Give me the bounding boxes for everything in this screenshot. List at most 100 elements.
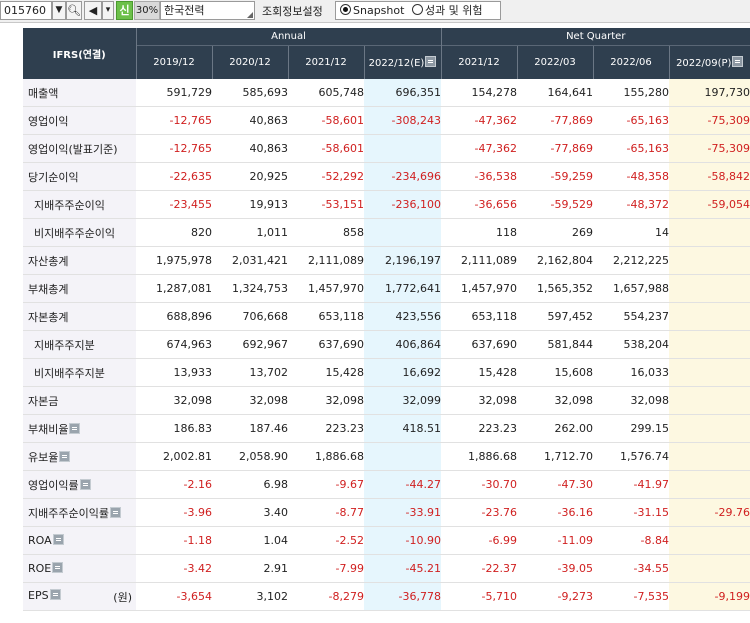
- row-label-cell: 비지배주주순이익: [23, 218, 136, 247]
- value-cell: -36,538: [441, 162, 518, 191]
- row-label-cell: 부채비율: [23, 414, 136, 443]
- value-cell: -2.16: [136, 470, 212, 499]
- table-row: 자본총계 688,896 706,668 653,118 423,556 653,118 5…: [23, 302, 750, 331]
- value-cell: 1.04: [212, 526, 288, 555]
- value-cell: -31.15: [593, 498, 670, 527]
- value-cell: 858: [288, 218, 364, 247]
- value-cell: -39.05: [517, 554, 594, 583]
- info-icon[interactable]: [79, 478, 91, 490]
- info-icon[interactable]: [59, 450, 71, 462]
- radio-snapshot[interactable]: Snapshot: [340, 2, 404, 19]
- chevron-down-icon[interactable]: ▼: [52, 1, 66, 20]
- value-cell: [669, 330, 750, 359]
- row-label: 부채총계: [28, 282, 69, 296]
- chevron-down-icon[interactable]: ▾: [102, 1, 114, 20]
- info-icon[interactable]: [69, 422, 81, 434]
- new-button[interactable]: 신: [116, 1, 133, 20]
- value-cell: 418.51: [364, 414, 442, 443]
- value-cell: -2.52: [288, 526, 364, 555]
- value-cell: 32,098: [441, 386, 518, 415]
- value-cell: 591,729: [136, 79, 212, 107]
- value-cell: [669, 526, 750, 555]
- search-icon[interactable]: 🔍︎: [66, 1, 82, 20]
- period-label: 2021/12: [305, 57, 347, 68]
- value-cell: [669, 246, 750, 275]
- info-icon[interactable]: [732, 56, 744, 67]
- value-cell: [669, 386, 750, 415]
- value-cell: -59,259: [517, 162, 594, 191]
- table-row: 매출액 591,729 585,693 605,748 696,351 154,278 16…: [23, 79, 750, 107]
- row-label: 자산총계: [28, 254, 69, 268]
- period-label: 2019/12: [153, 57, 195, 68]
- value-cell: 1,772,641: [364, 274, 442, 303]
- row-label: 지배주주순이익률: [28, 506, 109, 520]
- table-row: 자본금 32,098 32,098 32,098 32,099 32,098 32,098 3…: [23, 386, 750, 415]
- row-label-cell: 영업이익: [23, 106, 136, 135]
- value-cell: [364, 442, 442, 471]
- value-cell: 637,690: [441, 330, 518, 359]
- value-cell: 16,033: [593, 358, 670, 387]
- info-icon[interactable]: [49, 588, 61, 600]
- radio-performance-risk[interactable]: 성과 및 위험: [411, 2, 483, 19]
- value-cell: -33.91: [364, 498, 442, 527]
- table-row: 지배주주지분 674,963 692,967 637,690 406,864 637,69…: [23, 330, 750, 359]
- value-cell: -1.18: [136, 526, 212, 555]
- row-label: 지배주주순이익: [34, 198, 105, 212]
- info-icon[interactable]: [52, 534, 64, 545]
- value-cell: -3.42: [136, 554, 212, 583]
- value-cell: -48,372: [593, 190, 670, 219]
- table-row: ROE -3.42 2.91 -7.99 -45.21 -22.37 -39.05 -34.5…: [23, 554, 750, 583]
- value-cell: 1,287,081: [136, 274, 212, 303]
- value-cell: 1,975,978: [136, 246, 212, 275]
- row-label: 지배주주지분: [34, 338, 95, 352]
- info-icon[interactable]: [52, 562, 64, 573]
- company-name-field[interactable]: 한국전력: [160, 1, 255, 20]
- value-cell: -77,869: [517, 134, 594, 163]
- dropdown-corner-icon: [247, 12, 253, 18]
- value-cell: 19,913: [212, 190, 288, 219]
- speaker-icon[interactable]: ◀: [84, 1, 102, 20]
- stock-code-input[interactable]: 015760: [0, 1, 52, 20]
- info-icon[interactable]: [425, 56, 437, 67]
- value-cell: 653,118: [441, 302, 518, 331]
- value-cell: 2,196,197: [364, 246, 442, 275]
- value-cell: 16,692: [364, 358, 442, 387]
- value-cell: -65,163: [593, 134, 670, 163]
- value-cell: 820: [136, 218, 212, 247]
- percent-badge: 30%: [134, 1, 160, 20]
- row-label-cell: 지배주주지분: [23, 330, 136, 359]
- period-header: 2022/09(P): [668, 45, 750, 79]
- row-label: 당기순이익: [28, 170, 79, 184]
- value-cell: 406,864: [364, 330, 442, 359]
- value-cell: 1,457,970: [441, 274, 518, 303]
- value-cell: 2,031,421: [212, 246, 288, 275]
- period-label: 2022/06: [610, 57, 652, 68]
- info-icon[interactable]: [109, 506, 121, 518]
- table-row: 지배주주순이익 -23,455 19,913 -53,151 -236,100 -36,6…: [23, 190, 750, 219]
- value-cell: 187.46: [212, 414, 288, 443]
- period-header: 2020/12: [211, 45, 288, 79]
- period-header: 2022/03: [516, 45, 594, 79]
- value-cell: [669, 274, 750, 303]
- settings-menu-label[interactable]: 조회정보설정: [262, 3, 323, 19]
- value-cell: 1,712.70: [517, 442, 594, 471]
- quarter-group-header: Net Quarter: [440, 28, 750, 46]
- value-cell: 1,011: [212, 218, 288, 247]
- value-cell: 20,925: [212, 162, 288, 191]
- value-cell: -59,529: [517, 190, 594, 219]
- row-label-cell: 자본금: [23, 386, 136, 415]
- value-cell: 197,730: [669, 79, 750, 107]
- value-cell: -9,273: [517, 582, 594, 611]
- value-cell: 1,565,352: [517, 274, 594, 303]
- row-label: 비지배주주순이익: [34, 226, 115, 240]
- radio-snapshot-label: Snapshot: [353, 4, 405, 17]
- value-cell: 164,641: [517, 79, 594, 107]
- value-cell: 223.23: [441, 414, 518, 443]
- period-header: 2022/12(E): [363, 45, 442, 79]
- row-label: 자본총계: [28, 310, 69, 324]
- value-cell: -36,656: [441, 190, 518, 219]
- value-cell: -52,292: [288, 162, 364, 191]
- value-cell: 186.83: [136, 414, 212, 443]
- row-label: ROE: [28, 562, 52, 575]
- value-cell: -8,279: [288, 582, 364, 611]
